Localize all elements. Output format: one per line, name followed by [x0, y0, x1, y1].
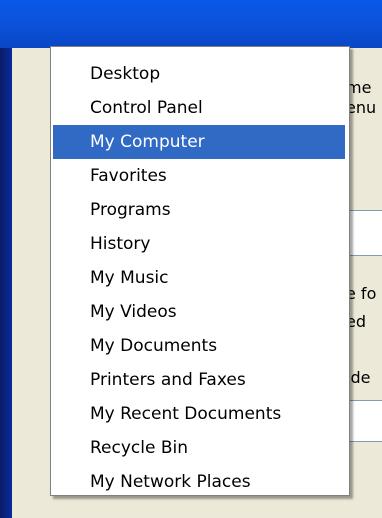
- menu-item-favorites[interactable]: Favorites: [53, 159, 345, 193]
- window-titlebar[interactable]: [0, 0, 382, 48]
- obscured-text-line-3: e fo: [346, 284, 377, 303]
- menu-item-my-network-places[interactable]: My Network Places: [53, 465, 345, 499]
- obscured-text-line-2: enu: [346, 98, 377, 117]
- menu-item-my-music[interactable]: My Music: [53, 261, 345, 295]
- menu-item-programs[interactable]: Programs: [53, 193, 345, 227]
- menu-item-printers-and-faxes[interactable]: Printers and Faxes: [53, 363, 345, 397]
- folder-dropdown-menu: Desktop Control Panel My Computer Favorites…: [50, 46, 350, 496]
- menu-item-history[interactable]: History: [53, 227, 345, 261]
- menu-item-my-videos[interactable]: My Videos: [53, 295, 345, 329]
- menu-item-recycle-bin[interactable]: Recycle Bin: [53, 431, 345, 465]
- menu-item-desktop[interactable]: Desktop: [53, 57, 345, 91]
- menu-item-my-documents[interactable]: My Documents: [53, 329, 345, 363]
- menu-item-my-recent-documents[interactable]: My Recent Documents: [53, 397, 345, 431]
- menu-item-my-computer[interactable]: My Computer: [53, 125, 345, 159]
- menu-item-control-panel[interactable]: Control Panel: [53, 91, 345, 125]
- window-left-frame: [0, 48, 12, 518]
